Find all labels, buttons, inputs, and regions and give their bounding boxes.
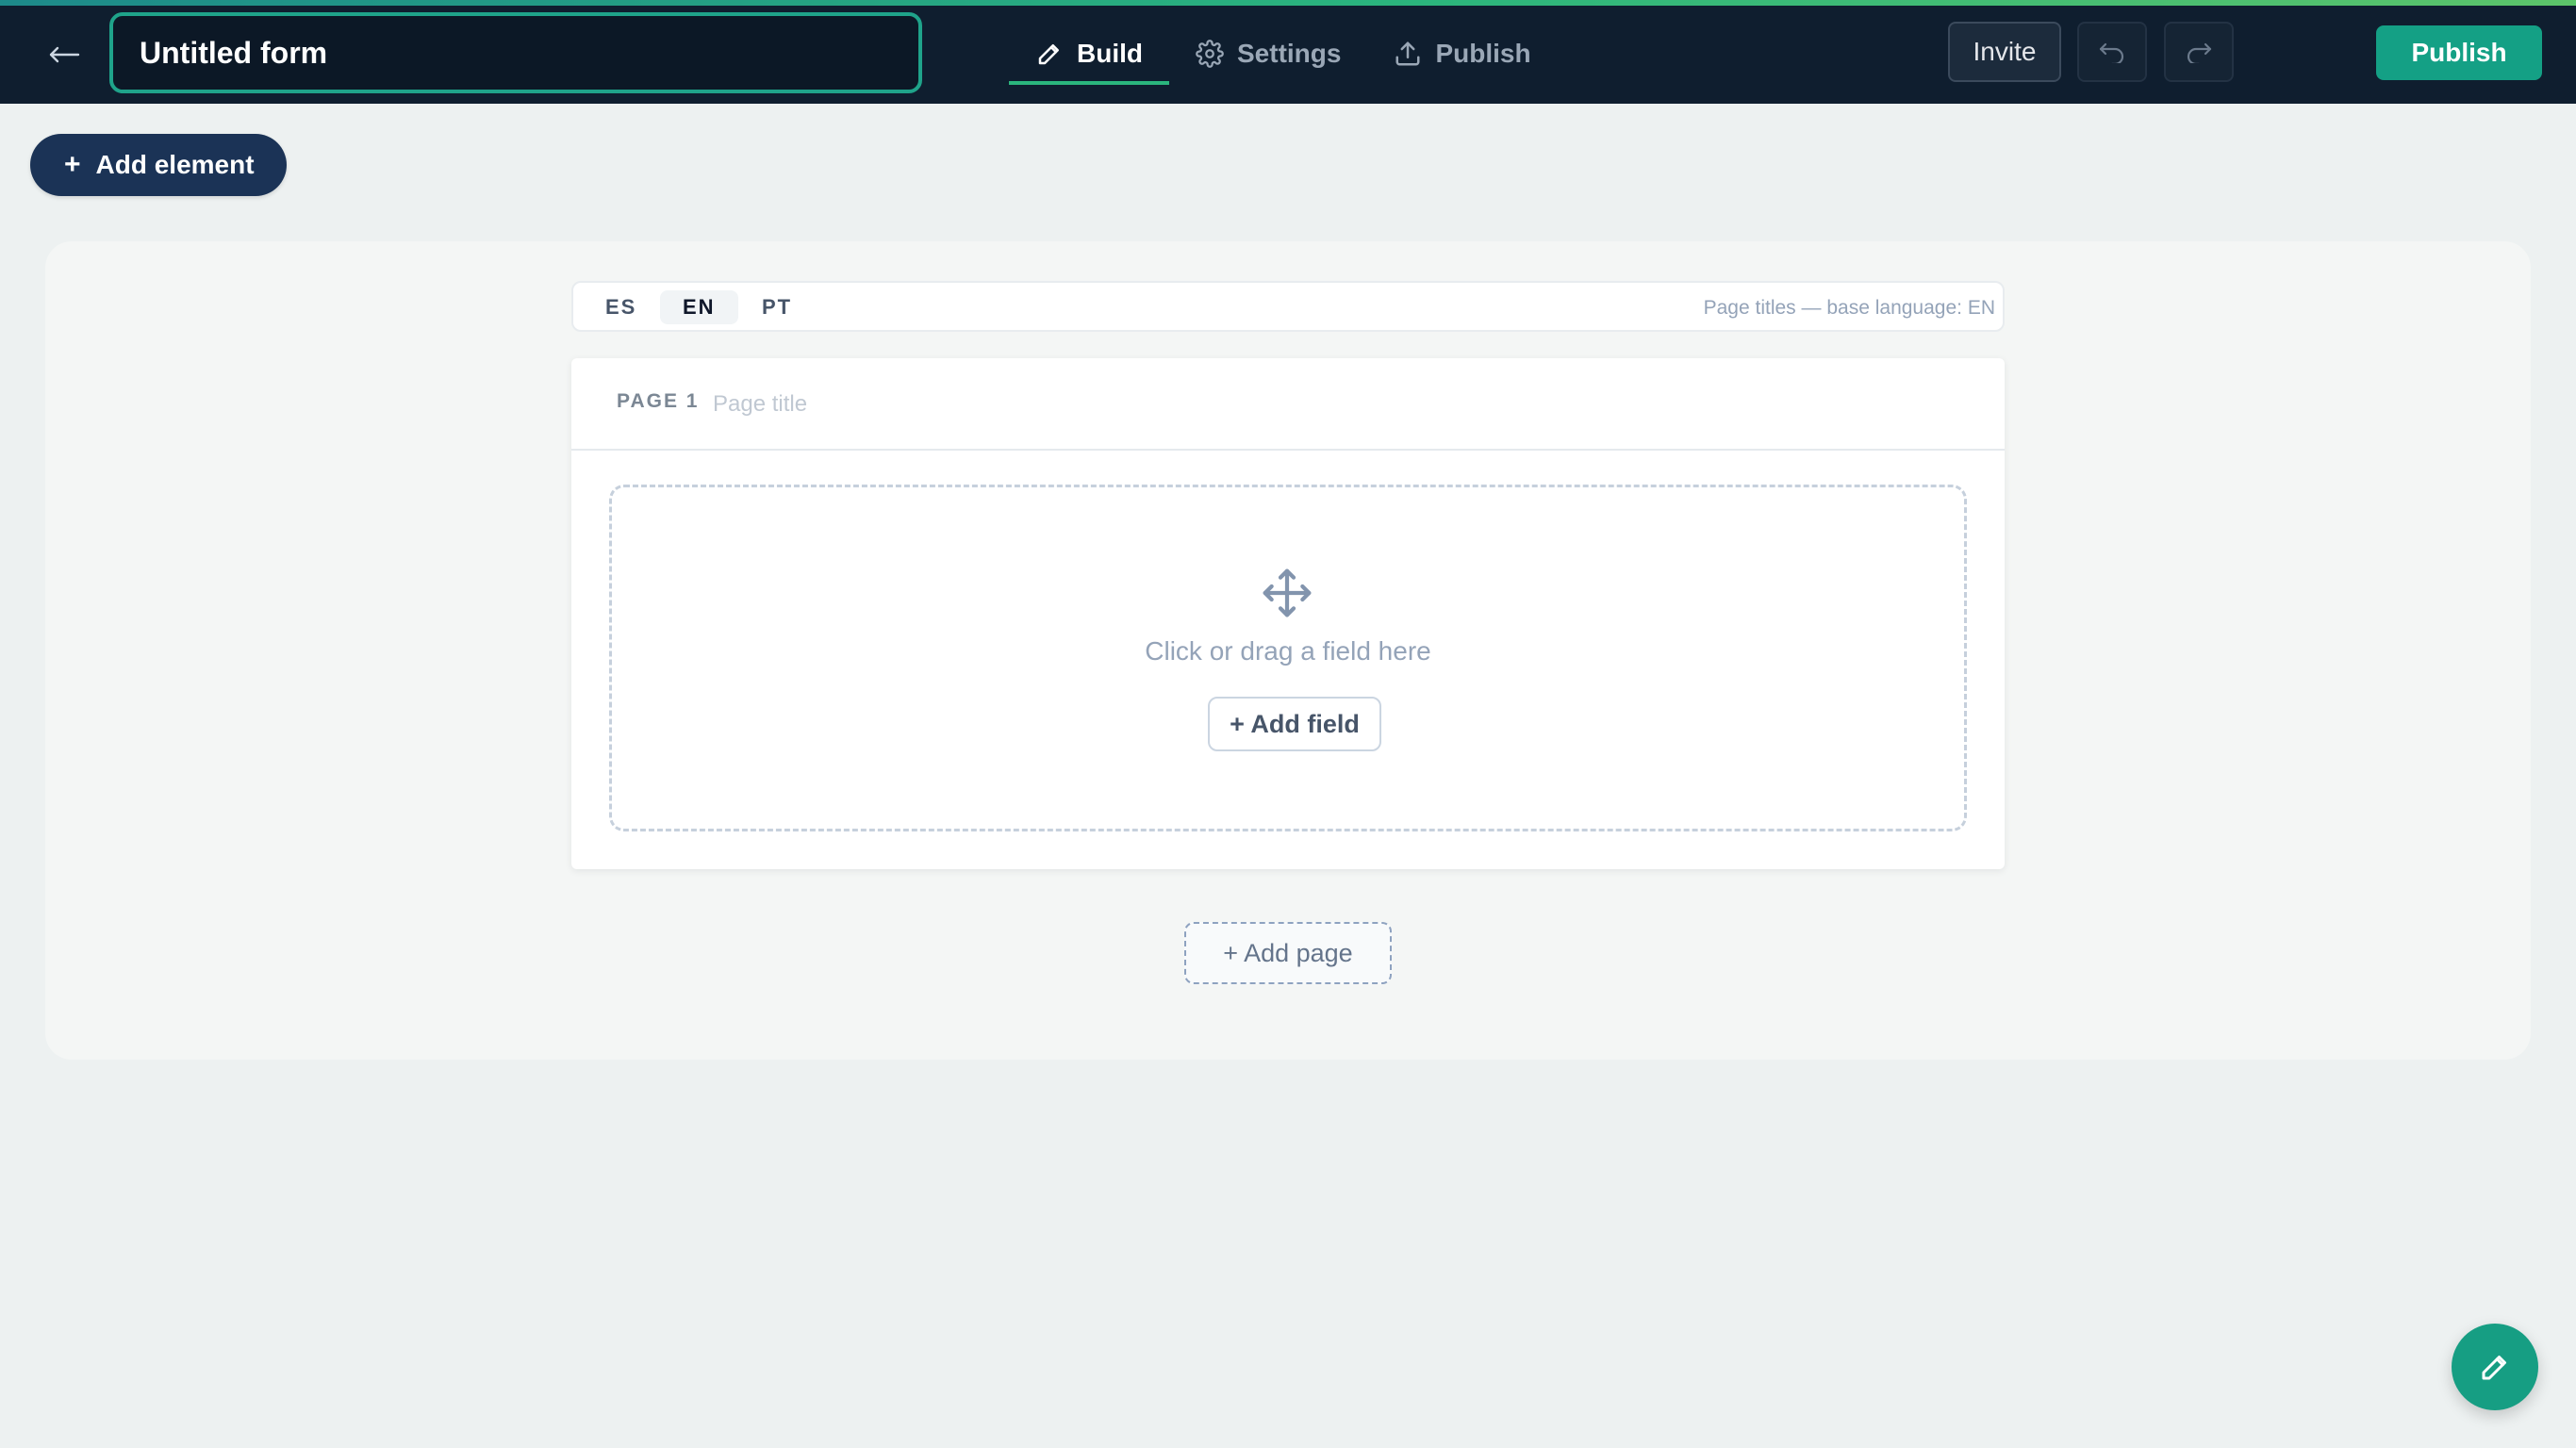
lang-tab-en[interactable]: EN [660,290,738,324]
undo-button[interactable] [2077,22,2147,82]
mode-tabs: Build Settings Publish [1009,23,1558,85]
pencil-icon [2482,1356,2506,1380]
tab-settings[interactable]: Settings [1169,23,1367,85]
redo-icon [2187,42,2212,63]
edit-fab-button[interactable] [2452,1324,2538,1410]
plus-icon: + [64,149,81,180]
add-page-button[interactable]: + Add page [1184,922,1392,984]
publish-button[interactable]: Publish [2376,25,2542,80]
back-button[interactable] [38,32,91,77]
lang-tab-es[interactable]: ES [583,290,659,324]
form-title-input[interactable] [109,12,922,93]
arrow-left-icon [49,46,80,63]
pencil-icon [1038,44,1059,65]
base-language-note: Page titles — base language: EN [1703,297,1995,319]
redo-button[interactable] [2164,22,2234,82]
page-header: PAGE 1 [571,358,2005,451]
add-element-button[interactable]: + Add element [30,134,287,196]
page-number-label: PAGE 1 [617,390,700,412]
dropzone-hint: Click or drag a field here [1145,636,1431,666]
tab-publish-label: Publish [1435,39,1531,68]
tab-settings-label: Settings [1237,39,1342,68]
lang-tab-pt[interactable]: PT [739,290,815,324]
undo-icon [2099,42,2124,63]
page-card: PAGE 1 Click or drag a field here + Add … [571,358,2005,869]
invite-button[interactable]: Invite [1948,22,2061,82]
add-element-label: Add element [95,150,255,179]
gear-icon [1196,40,1224,68]
move-icon [1263,568,1312,617]
field-dropzone[interactable]: Click or drag a field here + Add field [609,485,1967,831]
top-accent-stripe [0,0,2576,6]
upload-icon [1395,41,1420,66]
tab-build-label: Build [1077,39,1143,68]
tab-publish[interactable]: Publish [1367,23,1557,85]
add-field-button[interactable]: + Add field [1208,697,1381,751]
language-bar: ES EN PT Page titles — base language: EN [571,281,2005,332]
tab-build[interactable]: Build [1009,23,1169,85]
top-bar: Build Settings Publish Invite Publish [0,0,2576,104]
page-title-input[interactable] [713,381,1279,428]
